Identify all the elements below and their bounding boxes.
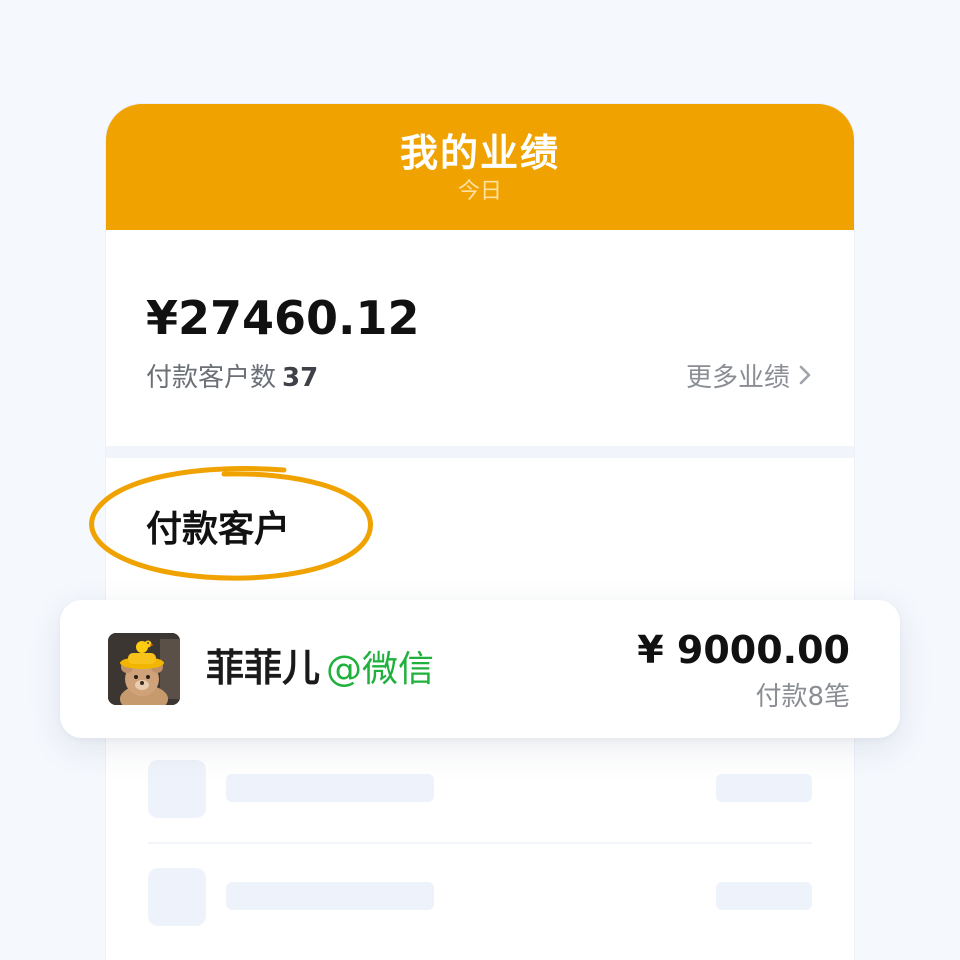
customer-name: 菲菲儿	[206, 646, 321, 690]
stats-row: 付款客户数 37 更多业绩	[146, 357, 814, 394]
bear-avatar-icon	[108, 633, 180, 705]
customer-name-line: 菲菲儿 @微信	[206, 642, 434, 696]
skeleton-avatar	[148, 868, 206, 926]
chevron-right-icon	[799, 365, 811, 385]
customer-count-label: 付款客户数	[146, 362, 277, 393]
skeleton-value	[716, 882, 812, 910]
customer-avatar	[108, 633, 180, 705]
header-subtitle: 今日	[457, 179, 502, 204]
skeleton-value	[716, 774, 812, 802]
header-title: 我的业绩	[399, 131, 560, 175]
customer-count: 付款客户数 37	[146, 357, 318, 394]
featured-customer-row[interactable]: 菲菲儿 @微信 ¥ 9000.00 付款8笔	[60, 600, 900, 738]
performance-card: 我的业绩 今日 ¥27460.12 付款客户数 37 更多业绩 付款客户	[106, 104, 854, 960]
more-performance-link[interactable]: 更多业绩	[686, 357, 814, 394]
customer-count-value: 37	[282, 362, 319, 393]
section-divider	[106, 446, 854, 458]
skeleton-divider	[148, 842, 812, 844]
customer-payment-count: 付款8笔	[755, 682, 850, 712]
customer-channel: @微信	[326, 649, 435, 690]
total-amount: ¥27460.12	[146, 291, 420, 345]
card-header: 我的业绩 今日	[106, 104, 854, 230]
skeleton-line	[226, 774, 434, 802]
section-title: 付款客户	[146, 509, 291, 550]
skeleton-avatar	[148, 760, 206, 818]
skeleton-line	[226, 882, 434, 910]
customer-amount: ¥ 9000.00	[637, 628, 850, 672]
more-performance-label: 更多业绩	[685, 362, 790, 393]
